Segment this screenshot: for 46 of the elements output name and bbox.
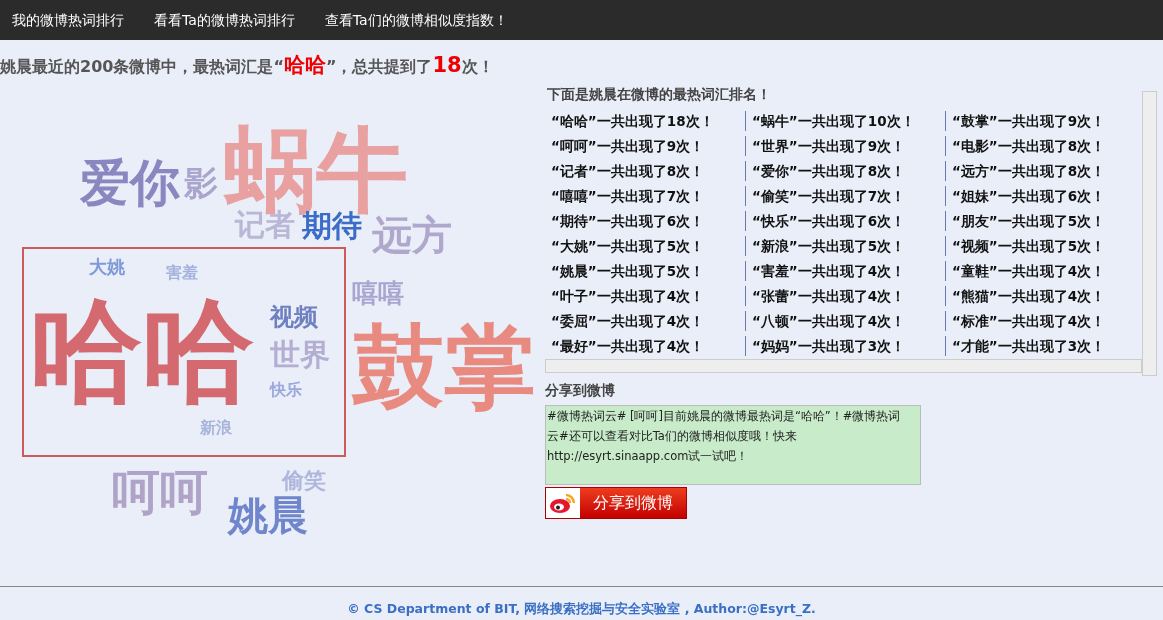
ranking-entry: “最好”一共出现了4次！	[550, 336, 706, 356]
ranking-entry: “委屈”一共出现了4次！	[550, 311, 706, 331]
ranking-entry: “期待”一共出现了6次！	[550, 211, 706, 231]
vertical-scrollbar[interactable]	[1142, 90, 1157, 376]
ranking-entry: “爱你”一共出现了8次！	[745, 160, 945, 182]
ranking-entry: “新浪”一共出现了5次！	[745, 235, 945, 257]
nav-link[interactable]: 看看Ta的微博热词排行	[154, 9, 295, 31]
cloud-word: 偷笑	[282, 469, 326, 492]
ranking-entry: “嘻嘻”一共出现了7次！	[550, 186, 706, 206]
share-text-field[interactable]: #微博热词云# [呵呵]目前姚晨的微博最热词是“哈哈”！#微博热词云#还可以查看对比Ta们的微博相似度哦！快来http://esyrt.sinaapp.com试一试吧！	[545, 404, 921, 485]
cloud-word: 影	[184, 165, 218, 200]
ranking-entry: “张蕾”一共出现了4次！	[745, 285, 945, 307]
cloud-word: 呵呵	[112, 467, 208, 516]
cloud-word: 世界	[270, 339, 330, 370]
nav-link[interactable]: 查看Ta们的微博相似度指数！	[324, 9, 508, 31]
ranking-entry: “偷笑”一共出现了7次！	[745, 185, 945, 207]
cloud-word: 鼓掌	[352, 321, 536, 414]
ranking-entry: “八顿”一共出现了4次！	[745, 310, 945, 332]
ranking-entry: “叶子”一共出现了4次！	[550, 286, 706, 306]
ranking-entry: “大姚”一共出现了5次！	[550, 236, 706, 256]
cloud-word: 害羞	[166, 264, 198, 281]
horizontal-scrollbar[interactable]	[545, 358, 1142, 373]
ranking-entry: “呵呵”一共出现了9次！	[550, 136, 706, 156]
cloud-word: 视频	[270, 304, 318, 329]
ranking-entry: “快乐”一共出现了6次！	[745, 210, 945, 232]
cloud-word: 大姚	[89, 257, 125, 276]
ranking-entry: “害羞”一共出现了4次！	[745, 260, 945, 282]
cloud-word: 嘻嘻	[352, 279, 404, 306]
headline: 姚晨最近的200条微博中，最热词汇是“哈哈”，总共提到了 18次！	[0, 52, 495, 79]
cloud-word: 新浪	[200, 419, 232, 436]
cloud-word: 姚晨	[228, 494, 308, 535]
ranking-entry: “世界”一共出现了9次！	[745, 135, 945, 157]
footer-text: © CS Department of BIT, 网络搜索挖掘与安全实验室 , Author:@Esyrt_Z.	[347, 600, 816, 616]
ranking-entry: “记者”一共出现了8次！	[550, 161, 706, 181]
nav-link[interactable]: 我的微博热词排行	[12, 9, 124, 31]
ranking-title: 下面是姚晨在微博的最热词汇排名！	[547, 84, 772, 104]
ranking-entry: “哈哈”一共出现了18次！	[550, 111, 715, 131]
ranking-entry: “妈妈”一共出现了3次！	[745, 335, 945, 357]
share-title: 分享到微博	[545, 380, 616, 400]
share-button[interactable]: 分享到微博	[545, 486, 687, 519]
ranking-entry: “蜗牛”一共出现了10次！	[745, 110, 945, 132]
cloud-word: 爱你	[80, 157, 180, 208]
cloud-word: 远方	[372, 214, 452, 255]
cloud-word: 快乐	[270, 381, 302, 398]
cloud-word: 哈哈	[30, 294, 254, 407]
ranking-entry: “姚晨”一共出现了5次！	[550, 261, 706, 281]
